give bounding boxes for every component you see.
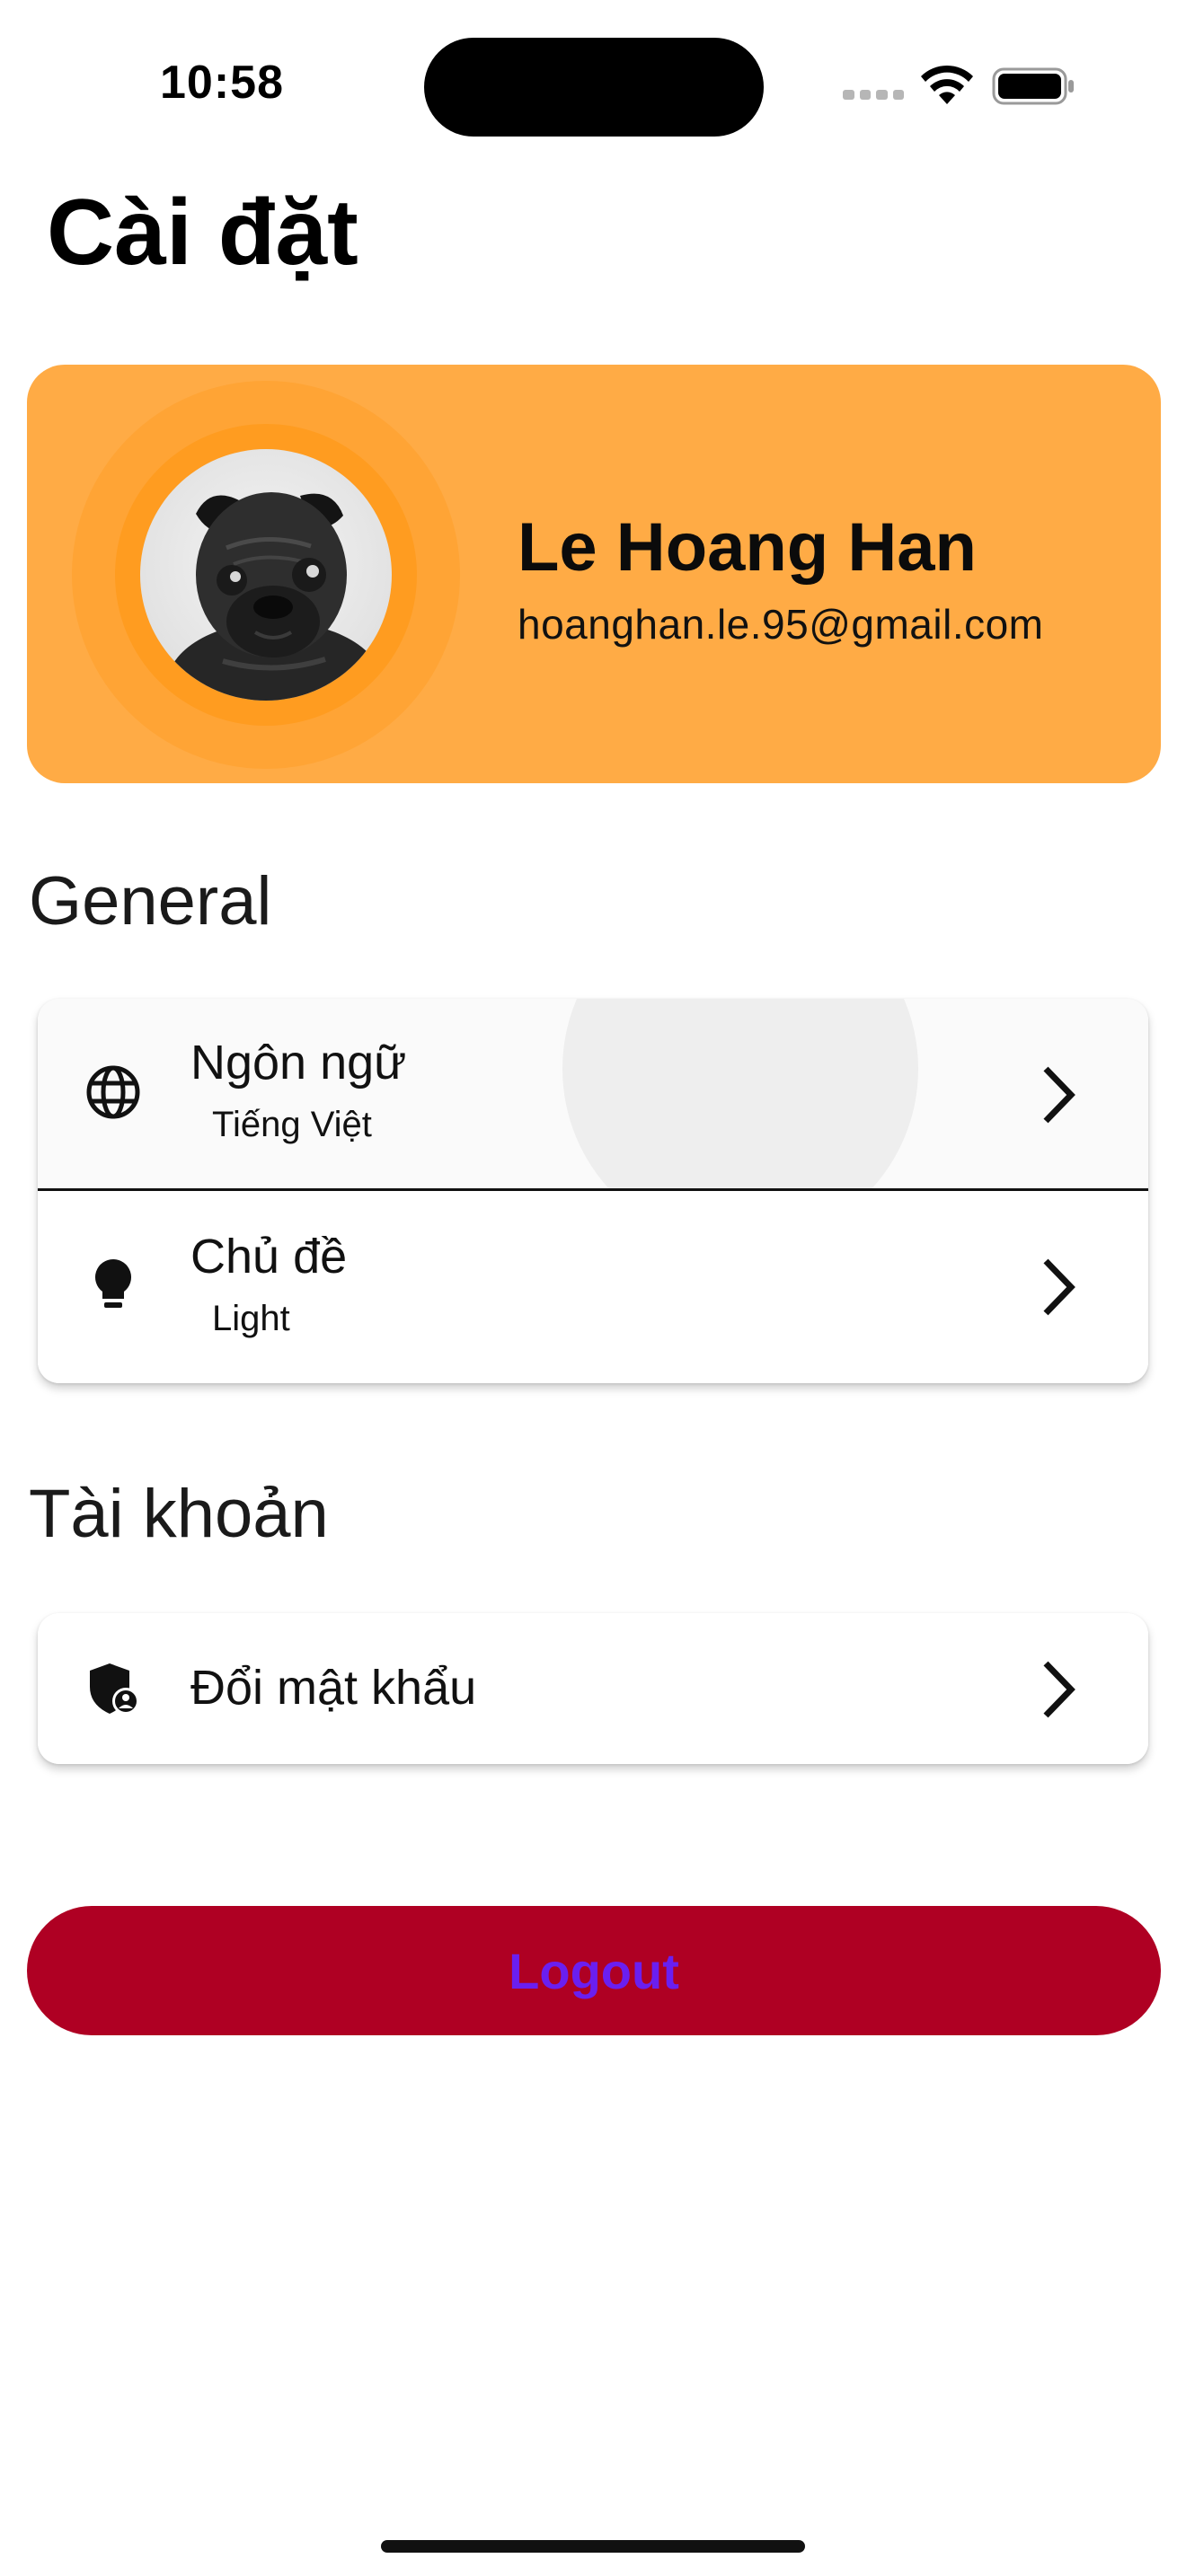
general-settings-card: Ngôn ngữ Tiếng Việt Chủ đề Light xyxy=(38,999,1148,1383)
chevron-right-icon xyxy=(1043,1258,1075,1316)
section-header-account: Tài khoản xyxy=(29,1476,329,1552)
cellular-signal-icon xyxy=(843,90,904,101)
wifi-icon xyxy=(921,65,973,104)
logout-button[interactable]: Logout xyxy=(27,1906,1161,2035)
globe-icon xyxy=(86,1065,140,1119)
profile-name: Le Hoang Han xyxy=(518,509,977,586)
chevron-right-icon xyxy=(1043,1661,1075,1718)
avatar[interactable] xyxy=(140,449,392,701)
profile-email: hoanghan.le.95@gmail.com xyxy=(518,601,1044,648)
chevron-right-icon xyxy=(1043,1066,1075,1124)
settings-item-language[interactable]: Ngôn ngữ Tiếng Việt xyxy=(38,999,1148,1247)
settings-item-title: Ngôn ngữ xyxy=(190,1036,407,1090)
status-time: 10:58 xyxy=(160,57,284,109)
shield-user-icon xyxy=(90,1663,139,1715)
settings-item-theme[interactable]: Chủ đề Light xyxy=(38,1191,1148,1383)
profile-card[interactable]: Le Hoang Han hoanghan.le.95@gmail.com xyxy=(27,365,1161,783)
settings-item-subtitle: Light xyxy=(212,1299,290,1338)
settings-item-title: Đổi mật khẩu xyxy=(190,1661,477,1715)
settings-item-change-password[interactable]: Đổi mật khẩu xyxy=(38,1613,1148,1764)
page-title: Cài đặt xyxy=(47,181,358,285)
lightbulb-icon xyxy=(95,1259,131,1308)
pug-dog-icon xyxy=(167,492,383,701)
dynamic-island xyxy=(424,38,764,137)
settings-item-title: Chủ đề xyxy=(190,1230,348,1284)
home-indicator xyxy=(381,2540,805,2553)
battery-icon xyxy=(992,67,1074,105)
logout-label: Logout xyxy=(509,1942,679,1999)
status-bar: 10:58 xyxy=(0,0,1186,162)
account-settings-card: Đổi mật khẩu xyxy=(38,1613,1148,1764)
section-header-general: General xyxy=(29,863,272,940)
settings-item-subtitle: Tiếng Việt xyxy=(212,1105,372,1144)
